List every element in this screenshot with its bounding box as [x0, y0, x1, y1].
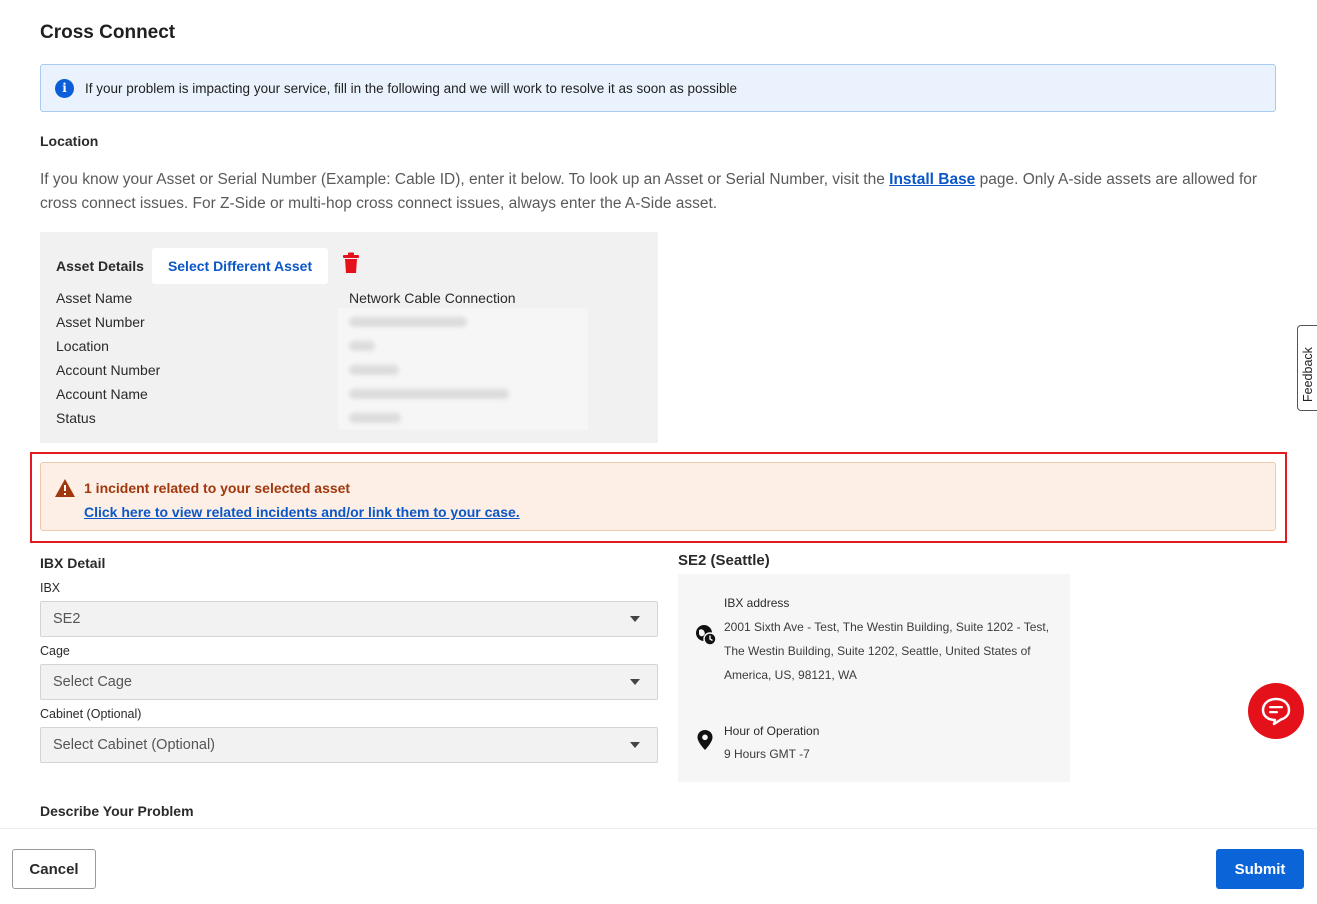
view-incidents-link[interactable]: Click here to view related incidents and… [84, 504, 520, 520]
ibx-card-heading: SE2 (Seattle) [678, 552, 770, 569]
location-label: Location [40, 133, 99, 149]
redacted-value [349, 341, 375, 351]
asset-row: Asset Number [56, 310, 516, 334]
globe-clock-icon [696, 625, 717, 646]
submit-button[interactable]: Submit [1216, 849, 1304, 889]
info-icon: i [55, 78, 74, 98]
asset-row: Status [56, 406, 516, 430]
cabinet-field-label: Cabinet (Optional) [40, 707, 142, 721]
feedback-label: Feedback [1301, 347, 1315, 402]
chevron-down-icon [630, 742, 640, 748]
redacted-value [349, 365, 399, 375]
ibx-info-card: IBX address 2001 Sixth Ave - Test, The W… [678, 574, 1070, 782]
asset-details-panel: Asset Details Select Different Asset Ass… [40, 232, 658, 443]
feedback-tab[interactable]: Feedback [1297, 325, 1317, 411]
incident-alert: 1 incident related to your selected asse… [40, 462, 1276, 531]
cancel-button[interactable]: Cancel [12, 849, 96, 889]
chat-icon [1261, 697, 1291, 726]
ibx-select[interactable]: SE2 [40, 601, 658, 637]
ibx-detail-label: IBX Detail [40, 555, 106, 571]
ibx-field-label: IBX [40, 581, 61, 595]
ibx-address-value: 2001 Sixth Ave - Test, The Westin Buildi… [724, 620, 1050, 682]
ibx-address-label: IBX address [724, 596, 790, 610]
page-title: Cross Connect [40, 22, 176, 43]
asset-details-label: Asset Details [56, 258, 144, 274]
redacted-value [349, 413, 401, 423]
asset-row: Asset Name Network Cable Connection [56, 290, 516, 306]
location-pin-icon [697, 730, 713, 750]
warning-icon [55, 479, 75, 497]
hours-value: 9 Hours GMT -7 [724, 747, 810, 761]
chevron-down-icon [630, 616, 640, 622]
redacted-value [349, 389, 509, 399]
alert-title: 1 incident related to your selected asse… [84, 480, 351, 496]
chat-button[interactable] [1248, 683, 1304, 739]
select-different-asset-button[interactable]: Select Different Asset [151, 248, 329, 284]
cage-select[interactable]: Select Cage [40, 664, 658, 700]
hours-label: Hour of Operation [724, 724, 820, 738]
cage-field-label: Cage [40, 644, 70, 658]
trash-icon[interactable] [342, 252, 360, 274]
asset-row: Location [56, 334, 516, 358]
describe-problem-label: Describe Your Problem [40, 803, 194, 819]
footer-divider [0, 828, 1317, 829]
location-description: If you know your Asset or Serial Number … [40, 171, 1258, 212]
asset-info-list: Asset Name Network Cable Connection Asse… [56, 286, 516, 430]
install-base-link[interactable]: Install Base [889, 171, 975, 188]
redacted-value [349, 317, 467, 327]
cabinet-select[interactable]: Select Cabinet (Optional) [40, 727, 658, 763]
info-banner-text: If your problem is impacting your servic… [85, 80, 738, 96]
asset-row: Account Number [56, 358, 516, 382]
info-banner: i If your problem is impacting your serv… [40, 64, 1276, 112]
asset-row: Account Name [56, 382, 516, 406]
chevron-down-icon [630, 679, 640, 685]
